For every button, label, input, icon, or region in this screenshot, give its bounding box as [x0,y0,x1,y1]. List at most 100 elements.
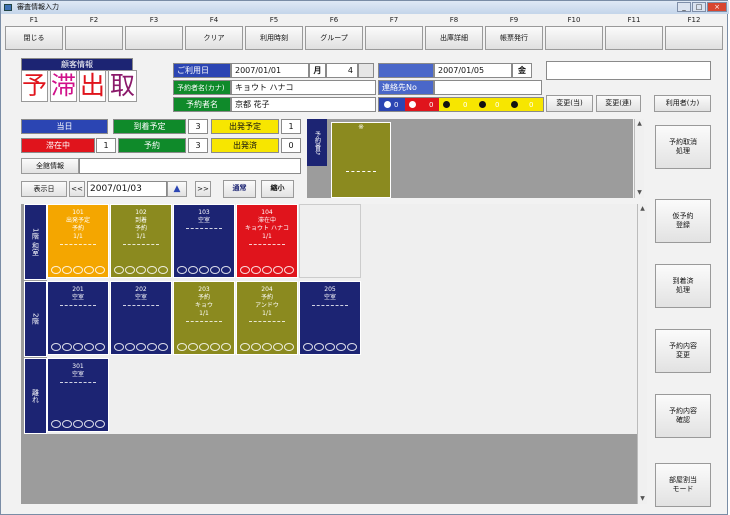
group-button[interactable]: グループ [305,26,363,50]
f2-button[interactable] [65,26,123,50]
nights-field[interactable]: 4 [326,63,358,78]
card-line: 301 [72,363,84,370]
card-line: 202 [135,286,147,293]
f10-button[interactable] [545,26,603,50]
cancel-reservation-button[interactable]: 予約取消 処理 [655,125,711,169]
card-divider [186,228,222,229]
f11-button[interactable] [605,26,663,50]
room-card[interactable]: 202 空室 [110,281,172,355]
contact-label: 連絡先No [378,80,434,95]
function-key-labels: F1 F2 F3 F4 F5 F6 F7 F8 F9 F10 F11 F12 [5,16,725,26]
card-line: 101 [72,209,84,216]
f12-button[interactable] [665,26,723,50]
card-line: 1/1 [262,310,272,317]
card-line: 203 [198,286,210,293]
reservation-preview-area: 予約番号 ※ [307,119,633,198]
preview-card[interactable]: ※ [331,122,391,198]
prev-date-button[interactable]: << [69,181,85,197]
usage-time-button[interactable]: 利用時刻 [245,26,303,50]
function-key-toolbar: 閉じる クリア 利用時刻 グループ 出庫詳細 帳票発行 [5,26,725,50]
app-icon [4,4,12,11]
close-button[interactable]: × [707,2,727,12]
room-card[interactable]: 103 空室 [173,204,235,278]
provisional-reservation-button[interactable]: 仮予約 登録 [655,199,711,243]
checkout-date-label [378,63,434,78]
issue-form-button[interactable]: 帳票発行 [485,26,543,50]
fkey-label: F7 [389,16,399,24]
memo-field[interactable] [546,61,711,80]
close-f1-button[interactable]: 閉じる [5,26,63,50]
change-today-button[interactable]: 変更(当) [546,95,593,112]
red-dot-icon [409,101,416,108]
checkout-detail-button[interactable]: 出庫詳細 [425,26,483,50]
card-line: 1/1 [136,233,146,240]
scroll-up-arrow-icon[interactable]: ▲ [635,119,644,129]
white-dot-icon [384,101,391,108]
card-line: アンドウ [255,302,279,309]
card-status-circles [240,343,294,351]
card-status-circles [51,420,105,428]
card-line: 到着 [134,217,147,224]
maximize-button[interactable]: □ [692,2,706,12]
room-card[interactable]: 203 予約 キョウ 1/1 [173,281,235,355]
date-picker-chevron-icon[interactable]: ▲ [167,181,187,197]
card-divider [249,321,285,322]
nights-spin-button[interactable] [358,63,374,78]
scroll-up-arrow-icon[interactable]: ▲ [638,204,647,214]
room-card[interactable]: 102 到着 予約 1/1 [110,204,172,278]
today-label: 当日 [21,119,108,134]
main-window: 審査情報入力 _ □ × F1 F2 F3 F4 F5 F6 F7 F8 F9 … [0,0,729,515]
card-status-circles [114,343,168,351]
scroll-down-arrow-icon[interactable]: ▼ [638,494,647,504]
name-field[interactable]: 京都 花子 [231,97,376,112]
room-card[interactable]: 204 予約 アンドウ 1/1 [236,281,298,355]
scroll-down-arrow-icon[interactable]: ▼ [635,188,644,198]
fkey-label: F8 [449,16,459,24]
fkey-label: F4 [209,16,219,24]
display-date-field[interactable]: 2007/01/03 [87,181,167,197]
f3-button[interactable] [125,26,183,50]
shrink-view-button[interactable]: 縮小 [261,180,294,198]
fkey-label: F11 [627,16,641,24]
change-consecutive-button[interactable]: 変更(連) [596,95,641,112]
checkout-status-kanji: 出 [79,70,106,102]
count-3: 0 [495,101,500,109]
card-status-circles [51,266,105,274]
next-date-button[interactable]: >> [195,181,211,197]
room-grid-scrollbar[interactable]: ▲ ▼ [637,204,647,504]
fkey-label: F12 [687,16,701,24]
clear-button[interactable]: クリア [185,26,243,50]
room-card[interactable]: 301 空室 [47,358,109,432]
card-divider [123,244,159,245]
contact-field[interactable] [434,80,542,95]
card-line: 予約 [260,294,273,301]
room-card[interactable]: 205 空室 [299,281,361,355]
title-bar: 審査情報入力 _ □ × [1,1,729,14]
room-card-empty[interactable] [299,204,361,278]
fkey-label: F5 [269,16,279,24]
change-reservation-button[interactable]: 予約内容 変更 [655,329,711,373]
card-line: 予約 [134,225,147,232]
all-info-button[interactable]: 全館情報 [21,158,79,174]
room-card[interactable]: 101 出発予定 予約 1/1 [47,204,109,278]
normal-view-button[interactable]: 通常 [223,180,256,198]
kana-name-field[interactable]: キョウト ハナコ [231,80,376,95]
checkout-date-field[interactable]: 2007/01/05 [434,63,512,78]
visit-weekday: 月 [309,63,326,78]
preview-scrollbar[interactable]: ▲ ▼ [634,119,644,198]
room-assign-mode-button[interactable]: 部屋割当 モード [655,463,711,507]
user-kana-button[interactable]: 利用者(カ) [654,95,711,112]
reserved-label: 予約 [118,138,186,153]
preview-card-text: ※ [358,123,364,131]
visit-date-field[interactable]: 2007/01/01 [231,63,309,78]
room-card[interactable]: 201 空室 [47,281,109,355]
departed-label: 出発済 [211,138,279,153]
confirm-reservation-button[interactable]: 予約内容 確認 [655,394,711,438]
room-card[interactable]: 104 滞在中 キョウト ハナコ 1/1 [236,204,298,278]
minimize-button[interactable]: _ [677,2,691,12]
card-line: 104 [261,209,273,216]
card-line: 空室 [71,294,84,301]
arrival-process-button[interactable]: 到着済 処理 [655,264,711,308]
f7-button[interactable] [365,26,423,50]
card-divider [186,321,222,322]
